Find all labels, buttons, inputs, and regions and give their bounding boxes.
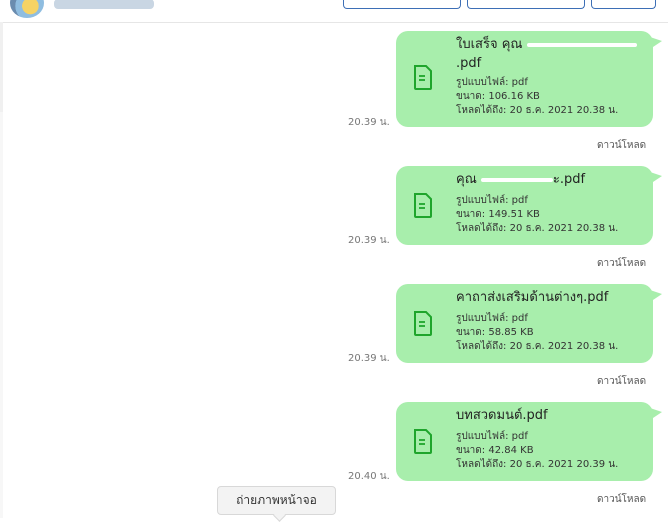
file-size: ขนาด: 42.84 KB — [456, 445, 534, 456]
sidebar-divider — [0, 112, 3, 518]
file-bubble[interactable]: คาถาส่งเสริมด้านต่างๆ.pdf รูปแบบไฟล์: pd… — [396, 284, 662, 363]
file-name[interactable]: คาถาส่งเสริมด้านต่างๆ.pdf — [456, 288, 642, 307]
file-name-text: ใบเสร็จ คุณ — [456, 37, 527, 52]
document-icon — [414, 193, 432, 218]
chat-header — [0, 0, 668, 23]
screenshot-tooltip: ถ่ายภาพหน้าจอ — [217, 486, 336, 515]
file-name[interactable]: บทสวดมนต์.pdf — [456, 406, 642, 425]
redaction-mark — [480, 177, 553, 182]
file-expiry: โหลดได้ถึง: 20 ธ.ค. 2021 20.39 น. — [456, 459, 619, 470]
file-bubble[interactable]: บทสวดมนต์.pdf รูปแบบไฟล์: pdf ขนาด: 42.8… — [396, 402, 662, 481]
header-button-1[interactable] — [343, 0, 461, 9]
document-icon — [414, 311, 432, 336]
file-format: รูปแบบไฟล์: pdf — [456, 313, 528, 324]
message-time: 20.40 น. — [348, 471, 390, 482]
download-link[interactable]: ดาวน์โหลด — [597, 492, 646, 507]
file-format: รูปแบบไฟล์: pdf — [456, 431, 528, 442]
header-button-2[interactable] — [467, 0, 585, 9]
header-button-3[interactable] — [591, 0, 656, 9]
file-format: รูปแบบไฟล์: pdf — [456, 77, 528, 88]
file-size: ขนาด: 58.85 KB — [456, 327, 534, 338]
file-expiry: โหลดได้ถึง: 20 ธ.ค. 2021 20.38 น. — [456, 105, 619, 116]
chat-avatar[interactable] — [10, 0, 44, 18]
file-name[interactable]: ใบเสร็จ คุณ .pdf — [456, 35, 642, 73]
chat-title — [54, 0, 154, 11]
document-icon — [414, 429, 432, 454]
file-expiry: โหลดได้ถึง: 20 ธ.ค. 2021 20.38 น. — [456, 341, 619, 352]
file-size: ขนาด: 106.16 KB — [456, 91, 540, 102]
download-link[interactable]: ดาวน์โหลด — [597, 256, 646, 271]
file-format: รูปแบบไฟล์: pdf — [456, 195, 528, 206]
file-name-text: คุณ — [456, 172, 481, 187]
sidebar-edge — [0, 22, 3, 112]
file-size: ขนาด: 149.51 KB — [456, 209, 540, 220]
message-time: 20.39 น. — [348, 235, 390, 246]
message-time: 20.39 น. — [348, 117, 390, 128]
download-link[interactable]: ดาวน์โหลด — [597, 374, 646, 389]
document-icon — [414, 65, 432, 90]
chat-title-redacted — [54, 0, 154, 9]
message-time: 20.39 น. — [348, 353, 390, 364]
file-bubble[interactable]: คุณ ะ.pdf รูปแบบไฟล์: pdf ขนาด: 149.51 K… — [396, 166, 662, 245]
file-bubble[interactable]: ใบเสร็จ คุณ .pdf รูปแบบไฟล์: pdf ขนาด: 1… — [396, 31, 662, 127]
file-name[interactable]: คุณ ะ.pdf — [456, 170, 642, 189]
download-link[interactable]: ดาวน์โหลด — [597, 138, 646, 153]
file-name-text: บทสวดมนต์.pdf — [456, 408, 548, 423]
redaction-mark — [526, 42, 637, 47]
file-name-tail: .pdf — [456, 56, 482, 71]
file-expiry: โหลดได้ถึง: 20 ธ.ค. 2021 20.38 น. — [456, 223, 619, 234]
file-name-tail: ะ.pdf — [552, 172, 586, 187]
file-name-text: คาถาส่งเสริมด้านต่างๆ.pdf — [456, 290, 609, 305]
